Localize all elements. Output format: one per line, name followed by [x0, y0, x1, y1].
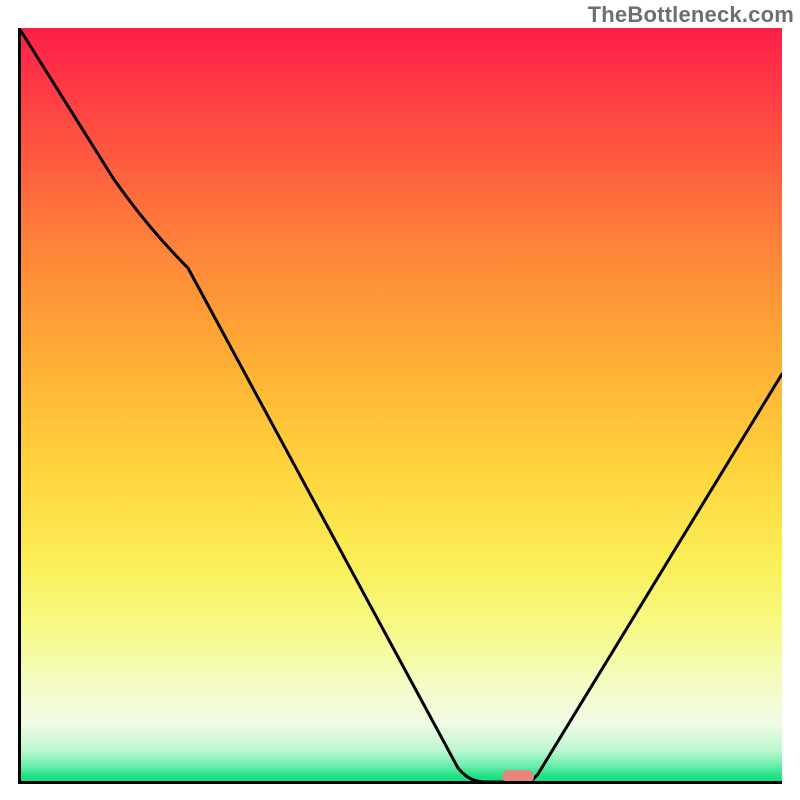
watermark-text: TheBottleneck.com — [588, 2, 794, 28]
chart-stage: TheBottleneck.com — [0, 0, 800, 800]
plot-area — [18, 28, 782, 784]
axis-x — [18, 781, 782, 784]
bottleneck-curve — [18, 28, 782, 784]
axis-y — [18, 28, 21, 784]
curve-path — [21, 31, 782, 782]
